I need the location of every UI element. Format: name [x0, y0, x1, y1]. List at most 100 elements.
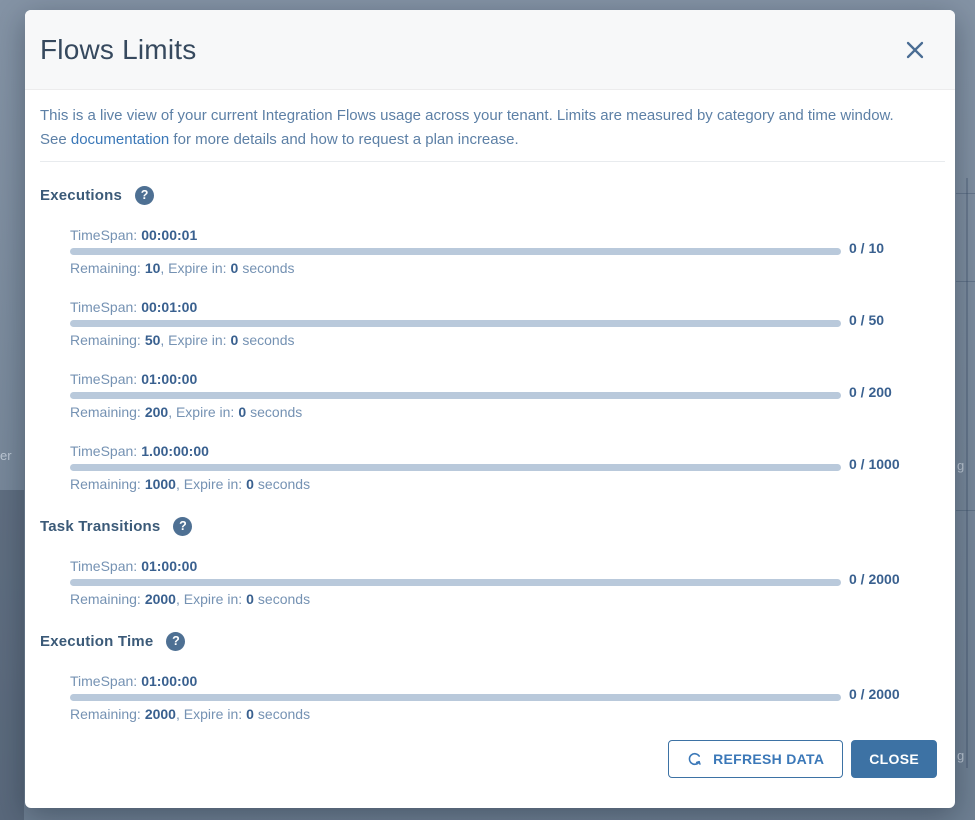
remaining-line: Remaining:10, Expire in:0seconds: [70, 259, 841, 277]
expire-value: 0: [246, 476, 254, 492]
section-title: Execution Time: [40, 633, 153, 651]
expire-label: , Expire in:: [160, 260, 226, 276]
close-button[interactable]: CLOSE: [851, 740, 937, 778]
usage-value: 0 / 2000: [849, 571, 900, 587]
timespan-label: TimeSpan:: [70, 227, 137, 243]
timespan-line: TimeSpan:00:00:01: [70, 226, 841, 244]
remaining-value: 200: [145, 404, 168, 420]
expire-value: 0: [238, 404, 246, 420]
limit-row: TimeSpan:01:00:00 Remaining:200, Expire …: [70, 370, 841, 421]
remaining-label: Remaining:: [70, 260, 141, 276]
documentation-link[interactable]: documentation: [71, 131, 169, 148]
modal-body: This is a live view of your current Inte…: [25, 90, 955, 723]
seconds-label: seconds: [242, 332, 294, 348]
background-text-fragment: g: [957, 458, 964, 473]
refresh-data-button[interactable]: REFRESH DATA: [668, 740, 843, 778]
section-header: Executions ?: [40, 186, 955, 205]
progress-bar: [70, 248, 841, 255]
help-icon[interactable]: ?: [135, 186, 154, 205]
modal-footer: REFRESH DATA CLOSE: [668, 740, 937, 778]
background-sidebar-fragment: [0, 490, 24, 820]
timespan-value: 00:00:01: [141, 227, 197, 243]
expire-value: 0: [246, 591, 254, 607]
section-title: Executions: [40, 187, 122, 205]
timespan-label: TimeSpan:: [70, 673, 137, 689]
remaining-label: Remaining:: [70, 476, 141, 492]
limit-row: TimeSpan:00:01:00 Remaining:50, Expire i…: [70, 298, 841, 349]
remaining-value: 2000: [145, 706, 176, 722]
expire-value: 0: [231, 260, 239, 276]
remaining-value: 2000: [145, 591, 176, 607]
timespan-value: 00:01:00: [141, 299, 197, 315]
seconds-label: seconds: [258, 591, 310, 607]
help-icon[interactable]: ?: [166, 632, 185, 651]
remaining-line: Remaining:2000, Expire in:0seconds: [70, 590, 841, 608]
help-icon[interactable]: ?: [173, 517, 192, 536]
timespan-value: 1.00:00:00: [141, 443, 209, 459]
progress-bar: [70, 320, 841, 327]
remaining-line: Remaining:50, Expire in:0seconds: [70, 331, 841, 349]
timespan-value: 01:00:00: [141, 673, 197, 689]
background-table-row-line: [956, 510, 975, 511]
refresh-icon: [687, 751, 703, 767]
remaining-line: Remaining:1000, Expire in:0seconds: [70, 475, 841, 493]
remaining-label: Remaining:: [70, 332, 141, 348]
limit-row: TimeSpan:1.00:00:00 Remaining:1000, Expi…: [70, 442, 841, 493]
expire-value: 0: [231, 332, 239, 348]
help-glyph: ?: [179, 519, 187, 533]
limit-section: Executions ? TimeSpan:00:00:01 Remaining…: [40, 186, 955, 493]
section-header: Execution Time ?: [40, 632, 955, 651]
timespan-line: TimeSpan:01:00:00: [70, 370, 841, 388]
modal-header: Flows Limits: [25, 10, 955, 90]
limit-sections-container: Executions ? TimeSpan:00:00:01 Remaining…: [40, 186, 955, 723]
expire-value: 0: [246, 706, 254, 722]
progress-bar: [70, 579, 841, 586]
help-glyph: ?: [141, 188, 149, 202]
progress-bar: [70, 392, 841, 399]
usage-value: 0 / 200: [849, 384, 892, 400]
limit-section: Task Transitions ? TimeSpan:01:00:00 Rem…: [40, 517, 955, 608]
limit-row: TimeSpan:01:00:00 Remaining:2000, Expire…: [70, 557, 841, 608]
expire-label: , Expire in:: [168, 404, 234, 420]
timespan-value: 01:00:00: [141, 558, 197, 574]
timespan-line: TimeSpan:00:01:00: [70, 298, 841, 316]
usage-value: 0 / 50: [849, 312, 884, 328]
remaining-line: Remaining:200, Expire in:0seconds: [70, 403, 841, 421]
close-icon[interactable]: [900, 35, 930, 65]
remaining-label: Remaining:: [70, 706, 141, 722]
section-title: Task Transitions: [40, 518, 160, 536]
refresh-data-label: REFRESH DATA: [713, 751, 824, 767]
seconds-label: seconds: [258, 476, 310, 492]
expire-label: , Expire in:: [176, 706, 242, 722]
expire-label: , Expire in:: [160, 332, 226, 348]
timespan-label: TimeSpan:: [70, 443, 137, 459]
timespan-line: TimeSpan:01:00:00: [70, 672, 841, 690]
modal-description: This is a live view of your current Inte…: [40, 104, 908, 152]
remaining-value: 1000: [145, 476, 176, 492]
close-button-label: CLOSE: [869, 751, 919, 767]
usage-value: 0 / 2000: [849, 686, 900, 702]
section-rows: TimeSpan:01:00:00 Remaining:2000, Expire…: [40, 672, 955, 723]
progress-bar: [70, 694, 841, 701]
remaining-value: 10: [145, 260, 161, 276]
timespan-value: 01:00:00: [141, 371, 197, 387]
modal-title: Flows Limits: [40, 34, 196, 66]
expire-label: , Expire in:: [176, 591, 242, 607]
timespan-line: TimeSpan:1.00:00:00: [70, 442, 841, 460]
seconds-label: seconds: [250, 404, 302, 420]
background-table-border: [966, 178, 968, 768]
limit-row: TimeSpan:01:00:00 Remaining:2000, Expire…: [70, 672, 841, 723]
usage-value: 0 / 10: [849, 240, 884, 256]
background-table-row-line: [956, 281, 975, 282]
header-divider: [40, 161, 945, 162]
remaining-line: Remaining:2000, Expire in:0seconds: [70, 705, 841, 723]
usage-value: 0 / 1000: [849, 456, 900, 472]
timespan-line: TimeSpan:01:00:00: [70, 557, 841, 575]
timespan-label: TimeSpan:: [70, 299, 137, 315]
x-icon: [904, 39, 926, 61]
seconds-label: seconds: [258, 706, 310, 722]
background-text-fragment: g: [957, 748, 964, 763]
flows-limits-modal: Flows Limits This is a live view of your…: [25, 10, 955, 808]
description-text-after: for more details and how to request a pl…: [169, 131, 518, 148]
timespan-label: TimeSpan:: [70, 558, 137, 574]
